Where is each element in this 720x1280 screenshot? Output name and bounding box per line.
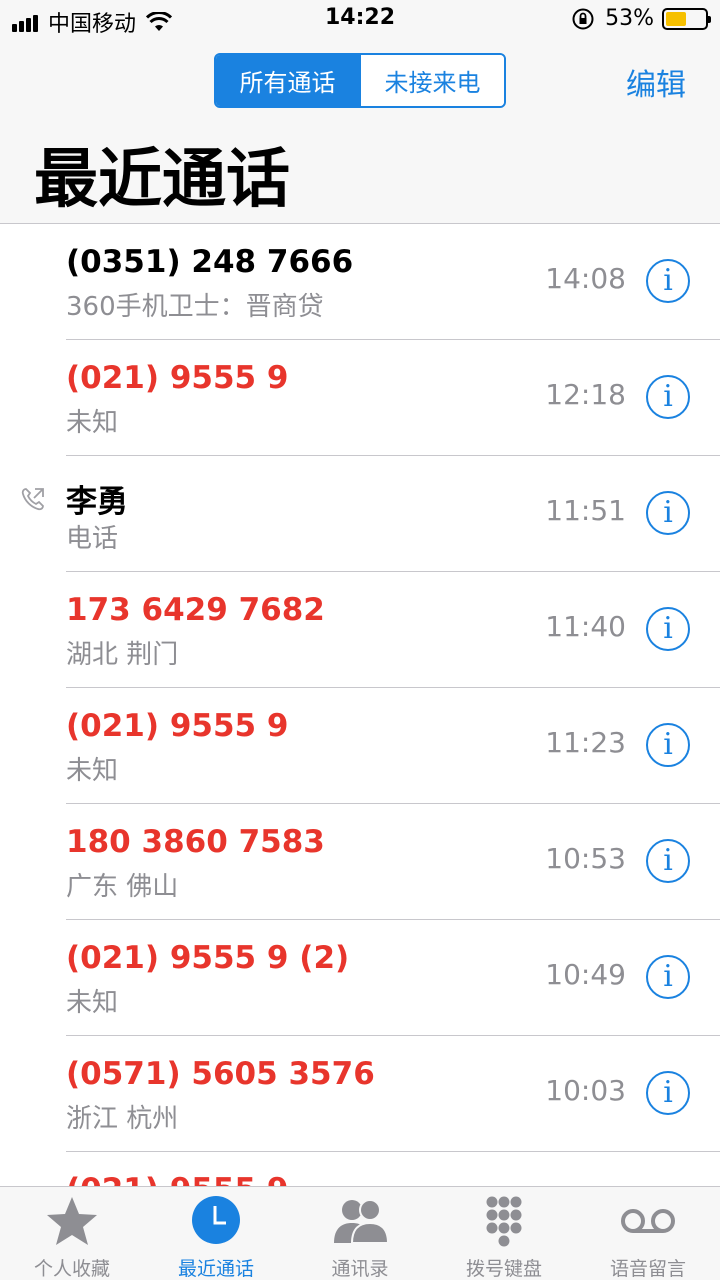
call-row[interactable]: 李勇电话 11:51 i (0, 456, 720, 572)
call-row[interactable]: 173 6429 7682 湖北 荆门 11:40 i (0, 572, 720, 688)
caller-name: (021) 9555 9 (66, 360, 289, 396)
tab-voicemail[interactable]: 语音留言 (576, 1187, 720, 1280)
call-time: 10:03 (545, 1074, 626, 1107)
clock-icon (192, 1196, 240, 1244)
caller-name: (021) 9555 9 (2) (66, 940, 350, 976)
contacts-icon (334, 1199, 390, 1244)
segmented-control: 所有通话 未接来电 (214, 53, 506, 108)
caller-name: 173 6429 7682 (66, 592, 325, 628)
info-icon[interactable]: i (646, 607, 690, 651)
tab-label: 语音留言 (609, 1258, 686, 1280)
info-icon[interactable]: i (646, 491, 690, 535)
call-row[interactable]: 180 3860 7583 广东 佛山 10:53 i (0, 804, 720, 920)
tab-keypad[interactable]: 拨号键盘 (432, 1187, 576, 1280)
caller-name: 180 3860 7583 (66, 824, 325, 860)
info-icon[interactable]: i (646, 839, 690, 883)
tab-label: 个人收藏 (33, 1258, 110, 1280)
info-icon[interactable]: i (646, 259, 690, 303)
tab-label: 最近通话 (177, 1258, 254, 1280)
call-time: 11:40 (545, 610, 626, 643)
tab-label: 通讯录 (331, 1258, 389, 1280)
call-time: 11:23 (545, 726, 626, 759)
call-row[interactable]: (021) 9555 9 未知 12:18 i (0, 340, 720, 456)
call-time: 10:49 (545, 958, 626, 991)
caller-label: 未知 (66, 756, 119, 786)
call-row[interactable]: (0571) 5605 3576 浙江 杭州 10:03 i (0, 1036, 720, 1152)
call-time: 10:53 (545, 842, 626, 875)
caller-label: 湖北 荆门 (66, 640, 179, 670)
battery-icon (662, 7, 711, 30)
status-bar: 中国移动 14:22 53% (0, 0, 720, 40)
tab-favorites[interactable]: 个人收藏 (0, 1187, 144, 1280)
info-icon[interactable]: i (646, 375, 690, 419)
call-row[interactable]: (021) 9555 9 未知 11:23 i (0, 688, 720, 804)
rotation-lock-icon (572, 8, 594, 29)
segment-all-calls[interactable]: 所有通话 (216, 55, 359, 106)
info-icon[interactable]: i (646, 955, 690, 999)
caller-name: (0571) 5605 3576 (66, 1056, 375, 1092)
call-time: 14:08 (545, 262, 626, 295)
header: 所有通话 未接来电 编辑 最近通话 (0, 40, 720, 224)
call-time: 11:51 (545, 494, 626, 527)
call-row[interactable]: (021) 9555 9 (0, 1152, 720, 1186)
caller-label: 未知 (66, 988, 119, 1018)
voicemail-icon (621, 1209, 675, 1233)
tab-recents[interactable]: 最近通话 (144, 1187, 288, 1280)
caller-label: 未知 (66, 408, 119, 438)
call-list[interactable]: (0351) 248 7666 360手机卫士：晋商贷 14:08 i (021) 95… (0, 224, 720, 1186)
keypad-icon (486, 1196, 522, 1247)
info-icon[interactable]: i (646, 723, 690, 767)
call-row[interactable]: (021) 9555 9 (2) 未知 10:49 i (0, 920, 720, 1036)
caller-label: 浙江 杭州 (66, 1104, 179, 1134)
outgoing-call-icon (21, 488, 44, 511)
caller-name: 李勇 (66, 484, 128, 520)
segment-missed-calls[interactable]: 未接来电 (359, 55, 504, 106)
caller-name: (021) 9555 9 (66, 1172, 288, 1186)
battery-level (666, 11, 687, 26)
caller-label: 360手机卫士：晋商贷 (66, 292, 324, 322)
page-title: 最近通话 (34, 143, 290, 217)
caller-label: 广东 佛山 (66, 872, 179, 902)
call-time: 12:18 (545, 378, 626, 411)
star-icon (47, 1197, 97, 1245)
edit-button[interactable]: 编辑 (626, 60, 686, 104)
info-icon[interactable]: i (646, 1071, 690, 1115)
status-right: 53% (571, 6, 711, 31)
tab-contacts[interactable]: 通讯录 (288, 1187, 432, 1280)
tab-bar: 个人收藏 最近通话 通讯录 拨号键盘 语音留言 (0, 1186, 720, 1280)
tab-label: 拨号键盘 (465, 1258, 542, 1280)
caller-label: 电话 (66, 524, 119, 554)
call-row[interactable]: (0351) 248 7666 360手机卫士：晋商贷 14:08 i (0, 224, 720, 340)
caller-name: (0351) 248 7666 (66, 244, 354, 280)
battery-percent: 53% (605, 6, 654, 31)
caller-name: (021) 9555 9 (66, 708, 289, 744)
